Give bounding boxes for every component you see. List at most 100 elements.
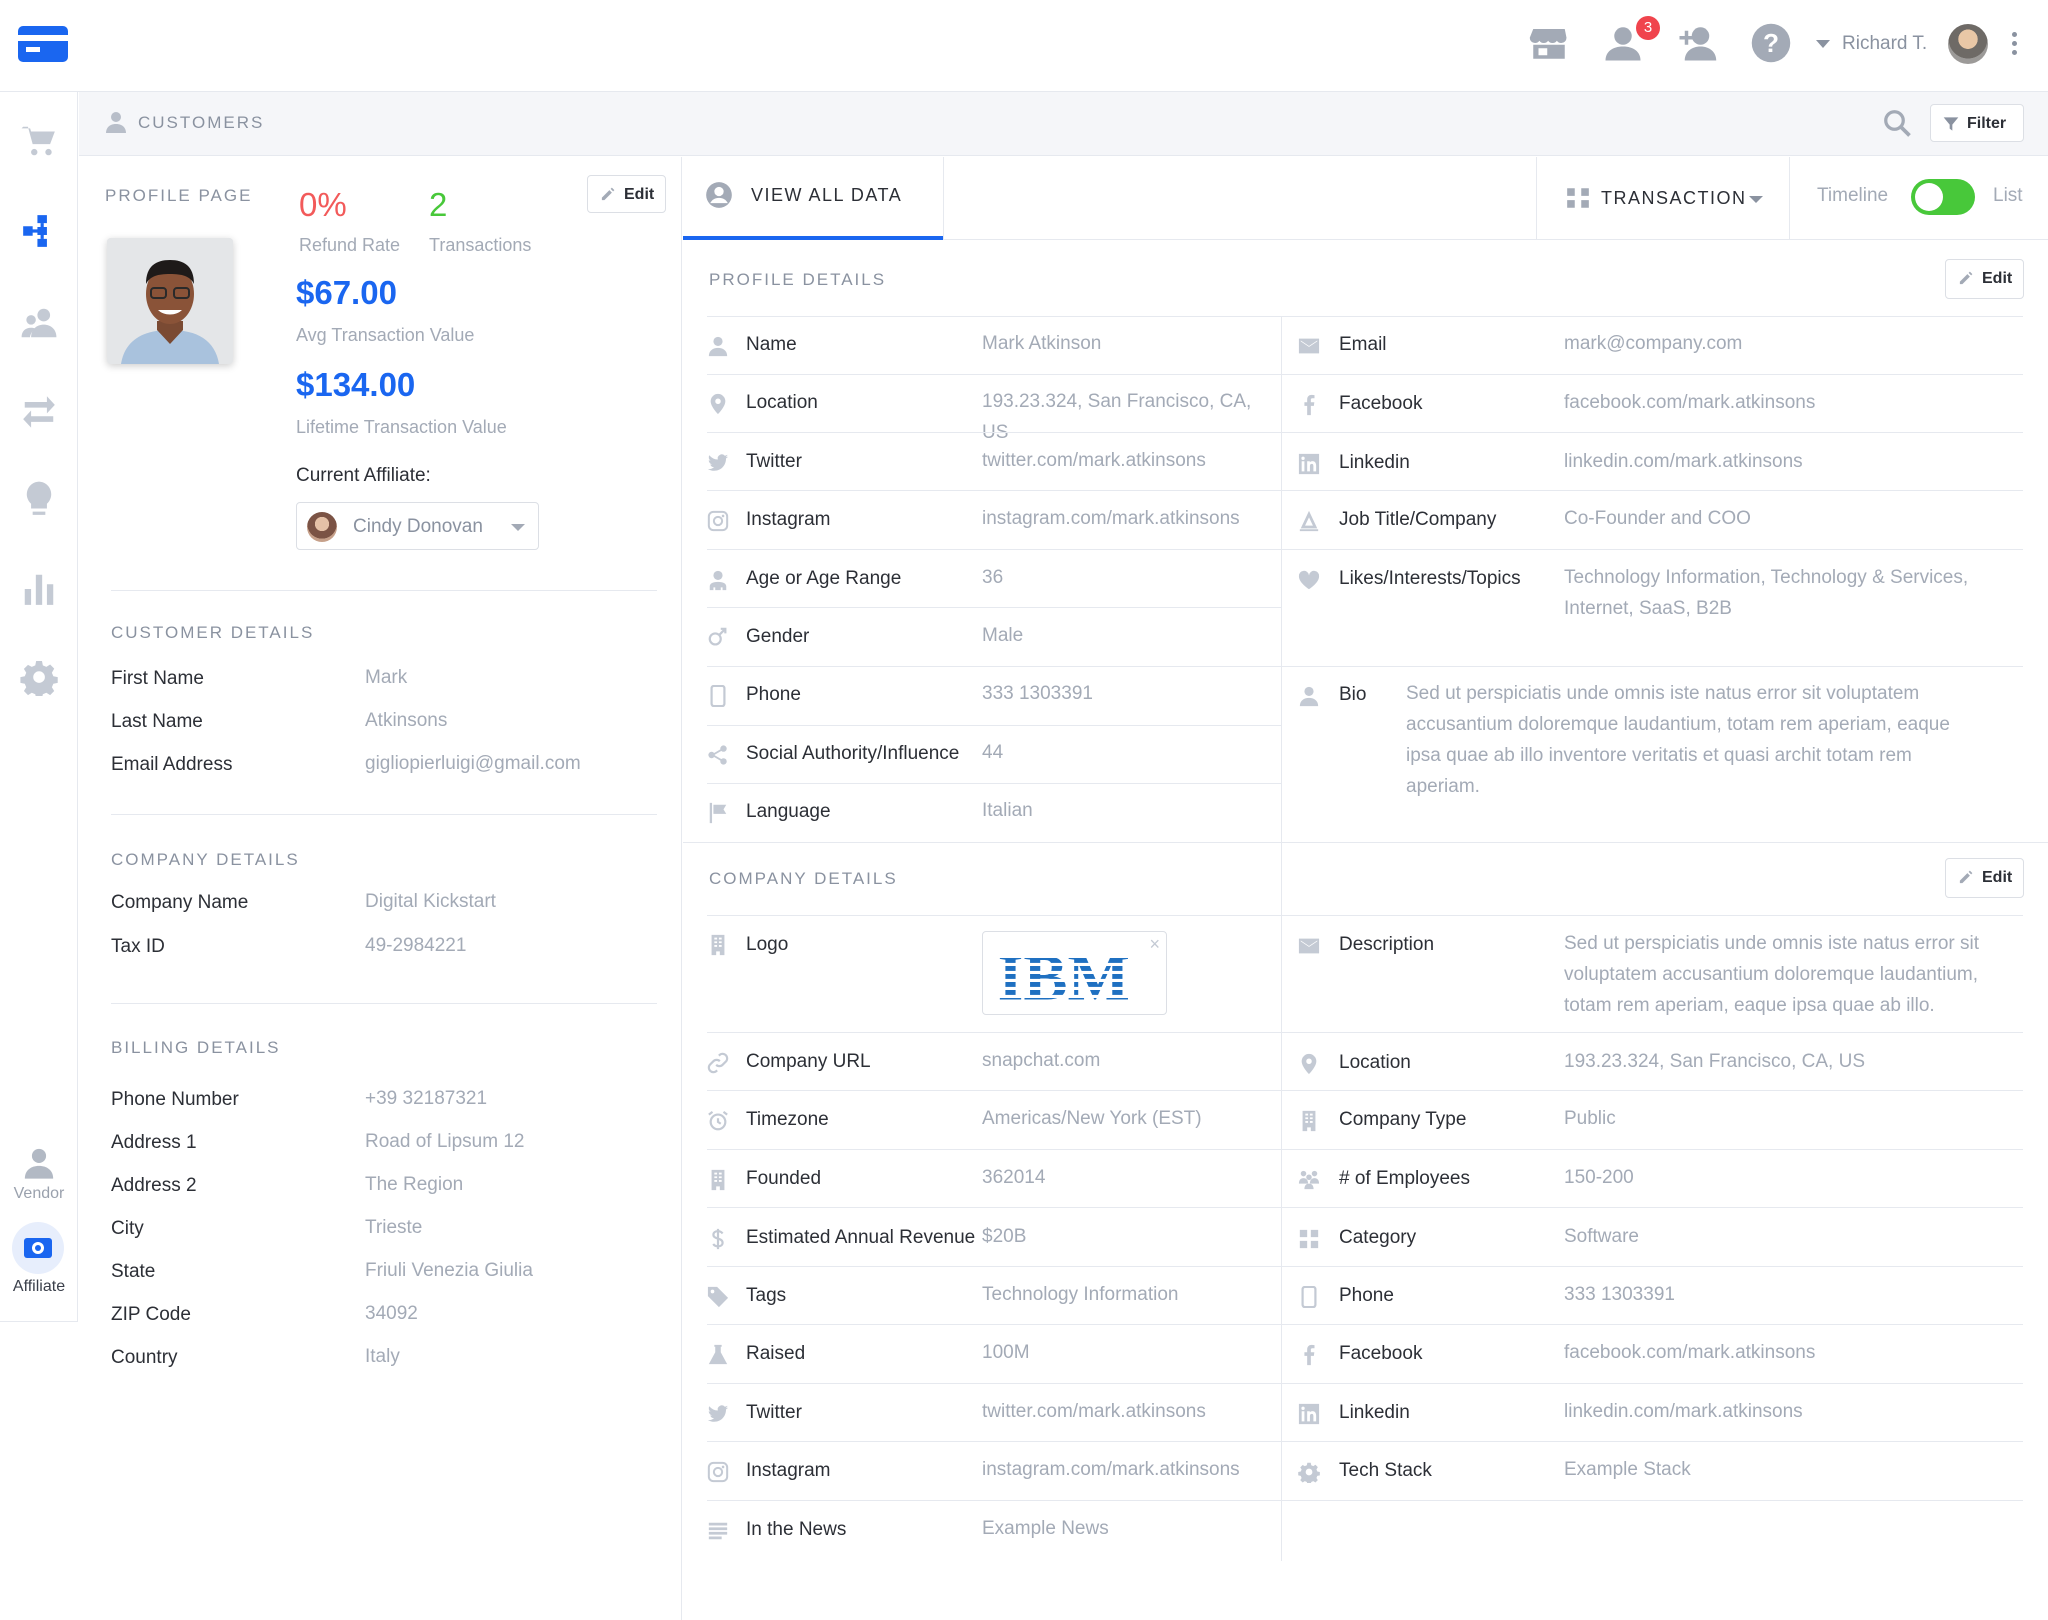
detail-value: Digital Kickstart <box>365 891 496 912</box>
sub-header <box>79 92 2048 156</box>
store-icon[interactable] <box>1528 22 1570 64</box>
detail-label: ZIP Code <box>111 1304 191 1325</box>
transfer-icon[interactable] <box>20 392 58 430</box>
building-icon <box>707 1169 729 1191</box>
field-value: Co-Founder and COO <box>1564 508 1751 529</box>
help-icon[interactable]: ? <box>1750 22 1792 64</box>
divider <box>707 432 1281 433</box>
divider <box>1282 1324 2023 1325</box>
app-logo[interactable] <box>18 26 68 62</box>
timeline-label[interactable]: Timeline <box>1817 185 1888 207</box>
divider <box>707 1383 1281 1384</box>
field-label: Company URL <box>746 1051 871 1072</box>
transactions-value: 2 <box>429 186 448 223</box>
field-label: Tags <box>746 1285 787 1306</box>
gear-icon[interactable] <box>20 658 58 699</box>
company-logo[interactable]: IBM × <box>982 931 1167 1015</box>
field-value: 193.23.324, San Francisco, CA, US <box>1564 1051 1865 1072</box>
field-value: Mark Atkinson <box>982 333 1102 354</box>
company-details-main-title: COMPANY DETAILS <box>709 869 898 888</box>
customer-details-title: CUSTOMER DETAILS <box>111 623 315 642</box>
divider <box>707 783 1281 784</box>
divider <box>707 915 2023 916</box>
divider <box>707 607 1281 608</box>
detail-label: Company Name <box>111 892 249 913</box>
divider <box>707 490 1281 491</box>
hierarchy-icon[interactable] <box>20 212 58 250</box>
detail-value: Trieste <box>365 1217 423 1238</box>
affiliate-select[interactable]: Cindy Donovan <box>296 502 539 550</box>
user-avatar[interactable] <box>1948 24 1988 64</box>
refund-rate-value: 0% <box>299 186 347 223</box>
field-label: Estimated Annual Revenue <box>746 1227 976 1248</box>
instagram-icon <box>707 1461 729 1483</box>
field-value: 333 1303391 <box>1564 1284 1675 1305</box>
detail-label: Email Address <box>111 754 233 775</box>
list-label[interactable]: List <box>1993 185 2023 207</box>
vendor-label[interactable]: Vendor <box>0 1185 78 1203</box>
facebook-icon <box>1298 394 1320 416</box>
divider <box>707 1149 1281 1150</box>
facebook-icon <box>1298 1344 1320 1366</box>
linkedin-icon <box>1298 453 1320 475</box>
sidebar <box>0 92 78 1322</box>
detail-value: Italy <box>365 1346 400 1367</box>
affiliate-icon[interactable] <box>12 1222 64 1274</box>
field-value: twitter.com/mark.atkinsons <box>982 1401 1206 1422</box>
pencil-icon <box>601 187 615 201</box>
bar-chart-icon[interactable] <box>20 570 58 608</box>
detail-value: gigliopierluigi@gmail.com <box>365 753 581 774</box>
users-icon[interactable] <box>20 304 58 342</box>
chevron-down-icon <box>1749 196 1763 203</box>
divider <box>707 1090 1281 1091</box>
divider <box>1282 1441 2023 1442</box>
age-icon <box>707 569 729 591</box>
lightbulb-icon[interactable] <box>20 480 58 518</box>
field-label: Description <box>1339 934 1435 955</box>
transaction-dropdown[interactable]: TRANSACTION <box>1536 157 1790 240</box>
company-details-title: COMPANY DETAILS <box>111 850 300 869</box>
column-divider <box>1281 316 1282 1561</box>
mail-icon <box>1298 335 1320 357</box>
field-label: Facebook <box>1339 1343 1423 1364</box>
location-pin-icon <box>707 393 729 415</box>
divider <box>1282 549 2023 550</box>
field-label: Founded <box>746 1168 822 1189</box>
field-label: Linkedin <box>1339 1402 1410 1423</box>
filter-button[interactable]: Filter <box>1930 104 2024 142</box>
field-value: instagram.com/mark.atkinsons <box>982 508 1240 529</box>
divider <box>1282 1383 2023 1384</box>
customer-icon <box>104 110 128 134</box>
affiliate-label[interactable]: Affiliate <box>0 1278 78 1296</box>
detail-label: State <box>111 1261 156 1282</box>
view-toggle[interactable] <box>1911 179 1975 215</box>
ibm-logo: IBM <box>998 942 1130 1006</box>
divider <box>111 1003 657 1004</box>
divider <box>1282 432 2023 433</box>
lifetime-transaction-label: Lifetime Transaction Value <box>296 417 507 437</box>
cart-icon[interactable] <box>20 122 58 160</box>
remove-logo-icon[interactable]: × <box>1149 934 1160 955</box>
phone-icon <box>707 684 729 708</box>
divider <box>707 1266 1281 1267</box>
field-value: Software <box>1564 1226 1639 1247</box>
detail-value: 34092 <box>365 1303 418 1324</box>
detail-value: Friuli Venezia Giulia <box>365 1260 533 1281</box>
user-name[interactable]: Richard T. <box>1842 33 1927 55</box>
edit-profile-details-button[interactable]: Edit <box>1945 259 2024 299</box>
vendor-icon[interactable] <box>22 1146 56 1180</box>
more-options-icon[interactable] <box>2012 32 2018 58</box>
detail-value: The Region <box>365 1174 464 1195</box>
edit-company-details-button[interactable]: Edit <box>1945 858 2024 898</box>
divider <box>707 1324 1281 1325</box>
field-value: 36 <box>982 567 1004 588</box>
field-label: Instagram <box>746 509 831 530</box>
user-menu-caret[interactable] <box>1816 40 1830 48</box>
edit-profile-button[interactable]: Edit <box>587 175 666 213</box>
tab-view-all-data[interactable]: VIEW ALL DATA <box>683 157 943 240</box>
gear-icon <box>1298 1461 1320 1485</box>
gender-icon <box>707 627 729 649</box>
search-icon[interactable] <box>1882 108 1912 138</box>
location-pin-icon <box>1298 1053 1320 1075</box>
add-user-icon[interactable] <box>1676 22 1718 64</box>
